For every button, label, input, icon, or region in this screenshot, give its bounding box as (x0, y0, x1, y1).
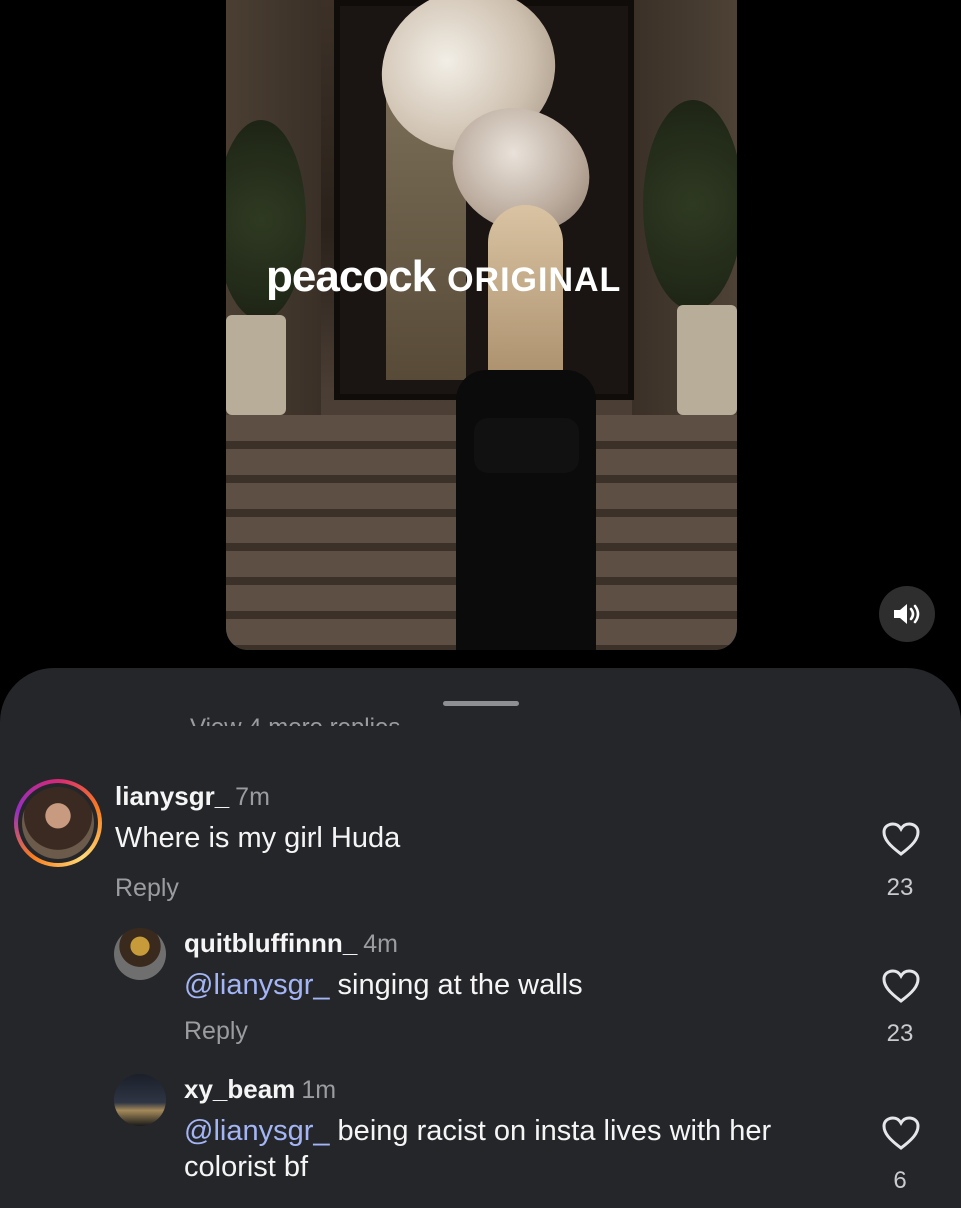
comment-time: 7m (235, 783, 270, 811)
background-pot-right (677, 305, 737, 415)
woman-figure (456, 370, 596, 650)
video-player[interactable]: peacock ORIGINAL (226, 0, 737, 650)
view-more-replies-label: View 4 more replies (190, 714, 400, 726)
heart-icon[interactable] (881, 1115, 921, 1151)
comment-time: 1m (301, 1076, 337, 1104)
comment-body-line1: being racist on insta lives with her (329, 1115, 772, 1147)
comment-header: xy_beam 1m (184, 1074, 336, 1105)
comment-body-line2: colorist bf (184, 1151, 309, 1183)
like-count: 23 (886, 874, 914, 901)
comments-sheet: View 4 more replies lianysgr_7m Where is… (0, 668, 961, 1208)
comment-username[interactable]: lianysgr_ (115, 781, 229, 811)
comment-time: 4m (363, 930, 399, 958)
comment-username[interactable]: xy_beam (184, 1074, 295, 1104)
comment-header: quitbluffinnn_ 4m (184, 928, 398, 959)
brand-tag-text: ORIGINAL (447, 261, 622, 299)
reply-button[interactable]: Reply (184, 1017, 248, 1046)
reply-button[interactable]: Reply (115, 874, 179, 903)
avatar-story-ring[interactable] (14, 779, 102, 867)
like-count: 23 (886, 1020, 914, 1047)
heart-icon[interactable] (881, 968, 921, 1004)
background-pot-left (226, 315, 286, 415)
view-more-replies-link[interactable]: View 4 more replies (190, 704, 450, 726)
mention-link[interactable]: @lianysgr_ (184, 969, 330, 1001)
like-count: 6 (893, 1167, 907, 1194)
sheet-drag-handle[interactable] (443, 701, 519, 706)
volume-icon (894, 604, 920, 624)
peacock-original-logo: peacock ORIGINAL (266, 252, 621, 302)
avatar-ring-gap (18, 783, 98, 863)
comment-body: singing at the walls (329, 969, 583, 1001)
comment-text: Where is my girl Huda (115, 822, 401, 854)
volume-button[interactable] (879, 586, 935, 642)
comment-header: lianysgr_ 7m (115, 781, 270, 812)
comment-username[interactable]: quitbluffinnn_ (184, 928, 357, 958)
avatar[interactable] (114, 928, 166, 980)
heart-icon[interactable] (881, 821, 921, 857)
avatar[interactable] (114, 1074, 166, 1126)
handbag (474, 418, 579, 473)
comment-text: @lianysgr_ singing at the walls (184, 967, 583, 1003)
mention-link[interactable]: @lianysgr_ (184, 1115, 330, 1147)
comment-text: @lianysgr_ being racist on insta lives w… (184, 1113, 771, 1185)
brand-logo-text: peacock (266, 252, 436, 301)
avatar (22, 787, 94, 859)
background-plant-right (643, 100, 737, 310)
